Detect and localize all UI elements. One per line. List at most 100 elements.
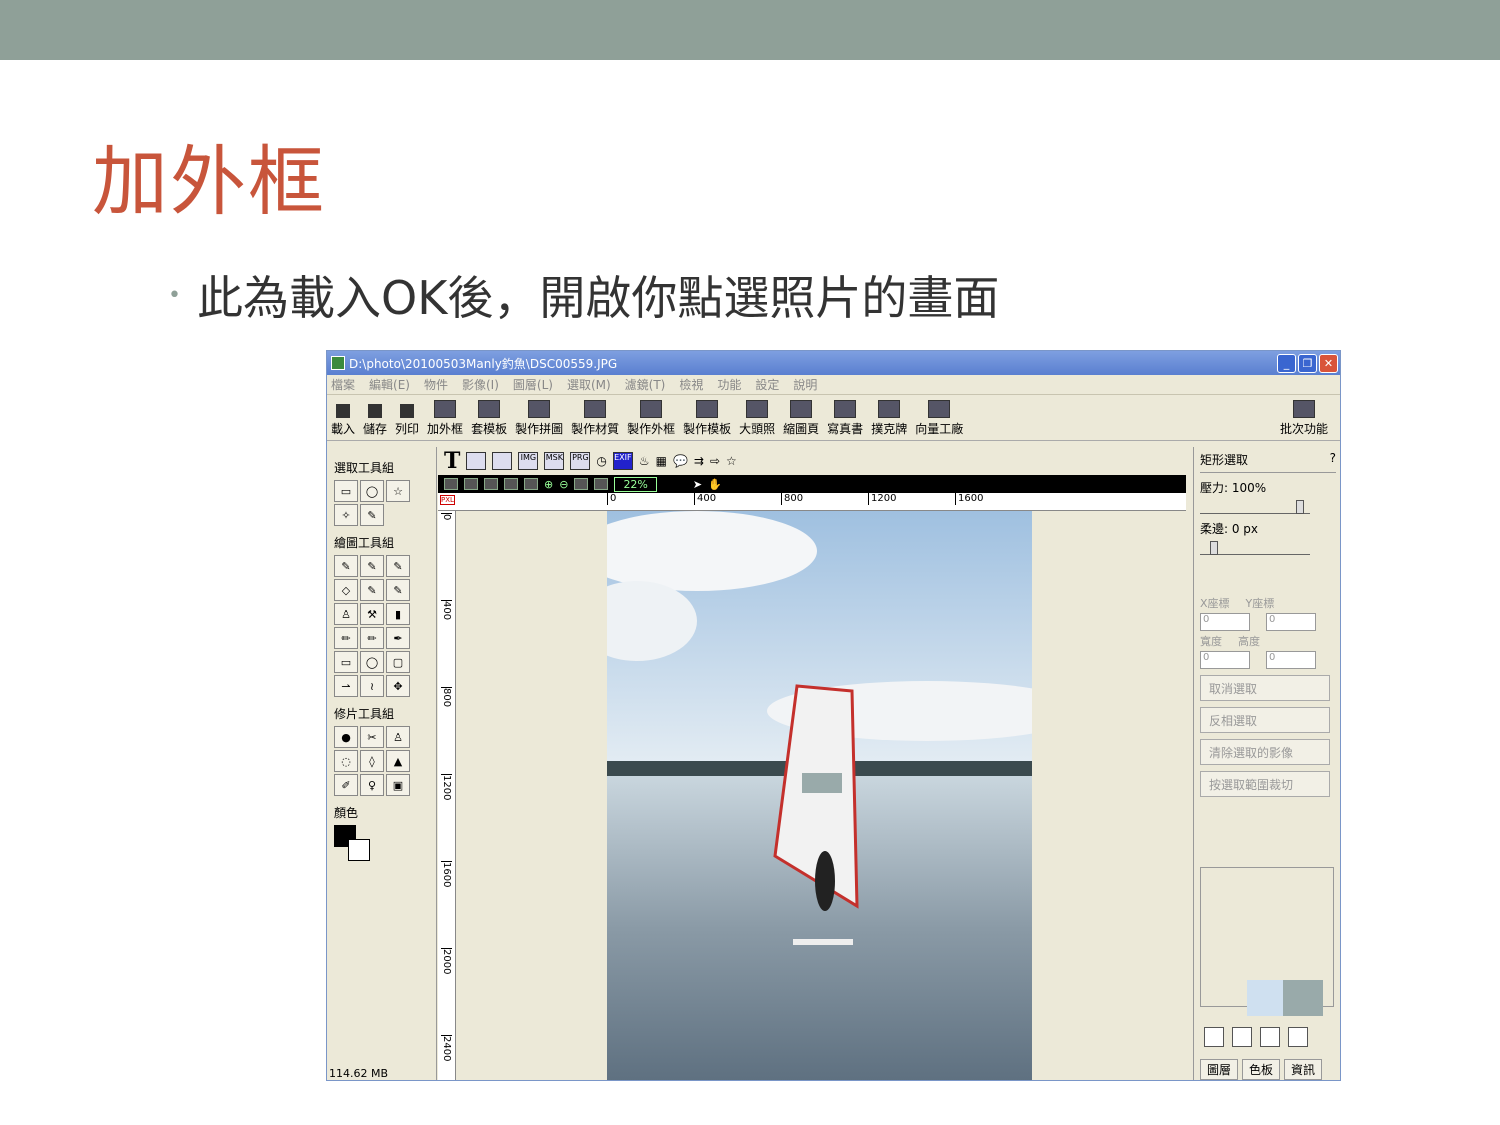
h-input[interactable]: 0	[1266, 651, 1316, 669]
toolbar-button-3[interactable]: 加外框	[427, 400, 463, 437]
draw-tool-1-icon[interactable]: ✎	[360, 555, 384, 577]
brush-select-icon[interactable]: ✎	[360, 504, 384, 526]
crop-selection-button[interactable]: 按選取範圍裁切	[1200, 771, 1330, 797]
toolbar-button-0[interactable]: 載入	[331, 404, 355, 437]
zoom-out-icon[interactable]: ⊖	[559, 478, 568, 491]
new-layer-icon[interactable]	[1204, 1027, 1224, 1047]
undo-icon[interactable]	[444, 478, 458, 490]
menu-item-1[interactable]: 編輯(E)	[369, 376, 410, 393]
zoom-level[interactable]: 22%	[614, 476, 657, 492]
toolbar-button-1[interactable]: 儲存	[363, 404, 387, 437]
cut-icon[interactable]	[504, 478, 518, 490]
pointer-icon[interactable]: ➤	[693, 478, 702, 491]
toolbar-button-2[interactable]: 列印	[395, 404, 419, 437]
w-input[interactable]: 0	[1200, 651, 1250, 669]
draw-tool-6-icon[interactable]: ♙	[334, 603, 358, 625]
help-icon[interactable]: ?	[1330, 451, 1336, 468]
image-icon[interactable]	[466, 452, 487, 470]
retouch-tool-4-icon[interactable]: ◊	[360, 750, 384, 772]
color-swatch[interactable]	[334, 825, 374, 865]
toolbar-button-5[interactable]: 製作拼圖	[515, 400, 563, 437]
pressure-slider[interactable]	[1200, 500, 1310, 514]
retouch-tool-2-icon[interactable]: ♙	[386, 726, 410, 748]
draw-tool-4-icon[interactable]: ✎	[360, 579, 384, 601]
menu-item-6[interactable]: 濾鏡(T)	[625, 376, 666, 393]
menu-item-0[interactable]: 檔案	[331, 376, 355, 393]
rect-select-icon[interactable]: ▭	[334, 480, 358, 502]
exif-tool[interactable]: EXIF	[612, 452, 633, 470]
retouch-tool-6-icon[interactable]: ✐	[334, 774, 358, 796]
draw-tool-15-icon[interactable]: ⇀	[334, 675, 358, 697]
menu-item-10[interactable]: 說明	[793, 376, 817, 393]
toolbar-button-6[interactable]: 製作材質	[571, 400, 619, 437]
menu-item-4[interactable]: 圖層(L)	[513, 376, 553, 393]
draw-tool-3-icon[interactable]: ◇	[334, 579, 358, 601]
cake-icon[interactable]: ♨	[639, 454, 650, 468]
cancel-selection-button[interactable]: 取消選取	[1200, 675, 1330, 701]
retouch-tool-0-icon[interactable]: ●	[334, 726, 358, 748]
draw-tool-13-icon[interactable]: ◯	[360, 651, 384, 673]
arrow-right-icon[interactable]: ⇨	[710, 454, 720, 468]
close-icon[interactable]: ✕	[1319, 353, 1338, 373]
monitor-icon[interactable]	[1260, 1027, 1280, 1047]
x-input[interactable]: 0	[1200, 613, 1250, 631]
draw-tool-0-icon[interactable]: ✎	[334, 555, 358, 577]
draw-tool-11-icon[interactable]: ✒	[386, 627, 410, 649]
arrows-icon[interactable]: ⇉	[694, 454, 704, 468]
draw-tool-12-icon[interactable]: ▭	[334, 651, 358, 673]
menu-item-7[interactable]: 檢視	[679, 376, 703, 393]
draw-tool-7-icon[interactable]: ⚒	[360, 603, 384, 625]
draw-tool-8-icon[interactable]: ▮	[386, 603, 410, 625]
retouch-tool-1-icon[interactable]: ✂	[360, 726, 384, 748]
hand-icon[interactable]: ✋	[708, 478, 722, 491]
toolbar-button-8[interactable]: 製作模板	[683, 400, 731, 437]
toolbar-button-11[interactable]: 寫真書	[827, 400, 863, 437]
restore-icon[interactable]: ❐	[1298, 353, 1317, 373]
redo-icon[interactable]	[464, 478, 478, 490]
retouch-tool-7-icon[interactable]: ♀	[360, 774, 384, 796]
ellipse-select-icon[interactable]: ◯	[360, 480, 384, 502]
draw-tool-10-icon[interactable]: ✏	[360, 627, 384, 649]
toolbar-button-14[interactable]: 批次功能	[1280, 400, 1328, 437]
menu-item-5[interactable]: 選取(M)	[567, 376, 611, 393]
img-tool[interactable]: IMG	[518, 452, 539, 470]
clear-selection-button[interactable]: 清除選取的影像	[1200, 739, 1330, 765]
menu-item-3[interactable]: 影像(I)	[462, 376, 499, 393]
msk-tool[interactable]: MSK	[544, 452, 565, 470]
draw-tool-16-icon[interactable]: ≀	[360, 675, 384, 697]
invert-selection-button[interactable]: 反相選取	[1200, 707, 1330, 733]
lasso-icon[interactable]: ☆	[386, 480, 410, 502]
magic-wand-icon[interactable]: ✧	[334, 504, 358, 526]
calendar-icon[interactable]: ▦	[656, 454, 667, 468]
y-input[interactable]: 0	[1266, 613, 1316, 631]
panel-tab-2[interactable]: 資訊	[1284, 1059, 1323, 1080]
draw-tool-17-icon[interactable]: ✥	[386, 675, 410, 697]
panel-tab-1[interactable]: 色板	[1242, 1059, 1281, 1080]
draw-tool-14-icon[interactable]: ▢	[386, 651, 410, 673]
background-color[interactable]	[348, 839, 370, 861]
feather-slider[interactable]	[1200, 541, 1310, 555]
copy-icon[interactable]	[484, 478, 498, 490]
toolbar-button-10[interactable]: 縮圖頁	[783, 400, 819, 437]
draw-tool-9-icon[interactable]: ✏	[334, 627, 358, 649]
menu-item-9[interactable]: 設定	[755, 376, 779, 393]
paste-icon[interactable]	[524, 478, 538, 490]
speech-icon[interactable]: 💬	[673, 454, 688, 468]
clock-icon[interactable]: ◷	[596, 454, 606, 468]
actual-size-icon[interactable]	[594, 478, 609, 490]
text-tool-icon[interactable]: T	[444, 448, 460, 474]
retouch-tool-3-icon[interactable]: ◌	[334, 750, 358, 772]
toolbar-button-7[interactable]: 製作外框	[627, 400, 675, 437]
toolbar-button-9[interactable]: 大頭照	[739, 400, 775, 437]
layer-thumbnail[interactable]	[1247, 980, 1323, 1016]
fit-icon[interactable]	[574, 478, 589, 490]
retouch-tool-8-icon[interactable]: ▣	[386, 774, 410, 796]
panel-tab-0[interactable]: 圖層	[1200, 1059, 1239, 1080]
toolbar-button-12[interactable]: 撲克牌	[871, 400, 907, 437]
draw-tool-5-icon[interactable]: ✎	[386, 579, 410, 601]
star-arrow-icon[interactable]: ☆	[726, 454, 737, 468]
draw-tool-2-icon[interactable]: ✎	[386, 555, 410, 577]
menu-item-8[interactable]: 功能	[717, 376, 741, 393]
toolbar-button-4[interactable]: 套模板	[471, 400, 507, 437]
sunset-icon[interactable]	[492, 452, 513, 470]
